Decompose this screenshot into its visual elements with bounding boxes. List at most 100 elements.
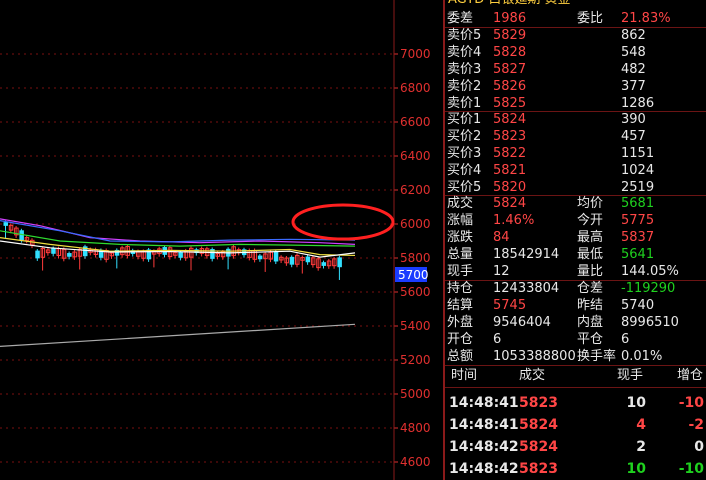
weicha-row: 委差 1986 委比 21.83% — [445, 10, 706, 27]
stat-label: 最低 — [577, 247, 604, 262]
stat-label: 均价 — [577, 196, 604, 211]
stat-label: 开仓 — [447, 332, 474, 347]
trade-oi-change: -10 — [678, 461, 704, 477]
bid-row[interactable]: 买价3 5822 1151 — [445, 145, 706, 162]
ask-label: 卖价2 — [447, 79, 482, 94]
bid-row[interactable]: 买价4 5821 1024 — [445, 162, 706, 179]
col-vol: 现手 — [617, 368, 644, 383]
stat-label: 结算 — [447, 298, 474, 313]
trade-price: 5824 — [519, 417, 558, 433]
stat-value: 0.01% — [621, 349, 663, 364]
stat-value: 144.05% — [621, 264, 679, 279]
bid-price: 5820 — [493, 180, 527, 195]
trade-row[interactable]: 14:48:41 5824 4 -2 — [445, 414, 706, 436]
trade-time: 14:48:42 — [449, 439, 519, 455]
bid-row[interactable]: 买价2 5823 457 — [445, 128, 706, 145]
stat-label: 成交 — [447, 196, 474, 211]
bid-row[interactable]: 买价5 5820 2519 — [445, 179, 706, 196]
ask-label: 卖价5 — [447, 28, 482, 43]
weicha-label: 委差 — [447, 11, 474, 26]
price-axis-label: 6000 — [400, 217, 431, 231]
ask-price: 5827 — [493, 62, 527, 77]
stat-label: 外盘 — [447, 315, 474, 330]
price-axis-label: 7000 — [400, 47, 431, 61]
col-price: 成交 — [519, 368, 546, 383]
bid-row[interactable]: 买价1 5824 390 — [445, 111, 706, 128]
stat-row: 结算 5745 昨结 5740 — [445, 297, 706, 314]
trade-price: 5823 — [519, 395, 558, 411]
instrument-title: AGTD 白银延期 黄金 — [445, 0, 706, 8]
stat-label: 现手 — [447, 264, 474, 279]
trade-volume: 10 — [626, 395, 646, 411]
ask-row[interactable]: 卖价2 5826 377 — [445, 78, 706, 95]
stat-value: 5837 — [621, 230, 655, 245]
ask-volume: 482 — [621, 62, 646, 77]
price-axis-label: 4600 — [400, 455, 431, 469]
stat-value: 1.46% — [493, 213, 535, 228]
price-axis-label: 6800 — [400, 81, 431, 95]
bid-volume: 1151 — [621, 146, 655, 161]
current-price-tag-text: 5700 — [398, 268, 429, 282]
stat-value: 8996510 — [621, 315, 679, 330]
trade-oi-change: -10 — [678, 395, 704, 411]
bid-price: 5823 — [493, 129, 527, 144]
stat-value: 6 — [621, 332, 630, 347]
stat-value: 5775 — [621, 213, 655, 228]
price-axis-label: 6600 — [400, 115, 431, 129]
bid-label: 买价3 — [447, 146, 482, 161]
kline-chart-area[interactable]: 7000 6800 6600 6400 6200 6000 5800 5600 5400 5200… — [0, 0, 444, 480]
quote-panel: AGTD 白银延期 黄金 委差 1986 委比 21.83% 卖价5 5829 86… — [445, 0, 706, 480]
candle-body — [35, 250, 40, 259]
price-axis-label: 5600 — [400, 285, 431, 299]
divider — [445, 387, 706, 388]
bid-volume: 1024 — [621, 163, 655, 178]
kline-chart-svg[interactable]: 7000 6800 6600 6400 6200 6000 5800 5600 5400 5200… — [0, 0, 444, 480]
trade-price: 5824 — [519, 439, 558, 455]
stat-label: 今开 — [577, 213, 604, 228]
ask-row[interactable]: 卖价1 5825 1286 — [445, 95, 706, 112]
stat-value: 1053388800 — [493, 349, 576, 364]
stat-label: 内盘 — [577, 315, 604, 330]
stat-row: 持仓 12433804 仓差 -119290 — [445, 280, 706, 297]
ask-volume: 377 — [621, 79, 646, 94]
stat-row: 外盘 9546404 内盘 8996510 — [445, 314, 706, 331]
stat-row: 总额 1053388800 换手率 0.01% — [445, 348, 706, 365]
candle-body — [337, 257, 342, 268]
col-oi: 增仓 — [677, 368, 704, 383]
stat-row: 现手 12 量比 144.05% — [445, 263, 706, 280]
trade-volume: 4 — [636, 417, 646, 433]
price-axis-label: 4800 — [400, 421, 431, 435]
trade-row[interactable]: 14:48:42 5824 2 0 — [445, 436, 706, 458]
stat-value: 84 — [493, 230, 510, 245]
bid-volume: 390 — [621, 112, 646, 127]
bid-label: 买价5 — [447, 180, 482, 195]
stat-label: 总量 — [447, 247, 474, 262]
stat-row: 成交 5824 均价 5681 — [445, 195, 706, 212]
ask-row[interactable]: 卖价3 5827 482 — [445, 61, 706, 78]
stat-value: 5740 — [621, 298, 655, 313]
trade-row[interactable]: 14:48:42 5823 10 -10 — [445, 458, 706, 480]
price-axis-label: 5800 — [400, 251, 431, 265]
ask-row[interactable]: 卖价5 5829 862 — [445, 27, 706, 44]
trade-oi-change: -2 — [688, 417, 704, 433]
candle-body — [289, 256, 295, 265]
candle-body — [273, 251, 279, 262]
price-axis-label: 5200 — [400, 353, 431, 367]
candle-body — [51, 248, 56, 254]
highlight-ellipse — [291, 203, 395, 241]
stat-value: 5641 — [621, 247, 655, 262]
stat-label: 持仓 — [447, 281, 474, 296]
stat-value: -119290 — [621, 281, 676, 296]
price-axis-label: 6200 — [400, 183, 431, 197]
price-axis-label: 5400 — [400, 319, 431, 333]
ask-label: 卖价4 — [447, 45, 482, 60]
trade-row[interactable]: 14:48:41 5823 10 -10 — [445, 392, 706, 414]
stat-label: 涨跌 — [447, 230, 474, 245]
stat-value: 5681 — [621, 196, 655, 211]
trade-volume: 10 — [626, 461, 646, 477]
trade-price: 5823 — [519, 461, 558, 477]
candle-body — [178, 252, 183, 258]
bid-price: 5821 — [493, 163, 527, 178]
trade-volume: 2 — [636, 439, 646, 455]
ask-row[interactable]: 卖价4 5828 548 — [445, 44, 706, 61]
